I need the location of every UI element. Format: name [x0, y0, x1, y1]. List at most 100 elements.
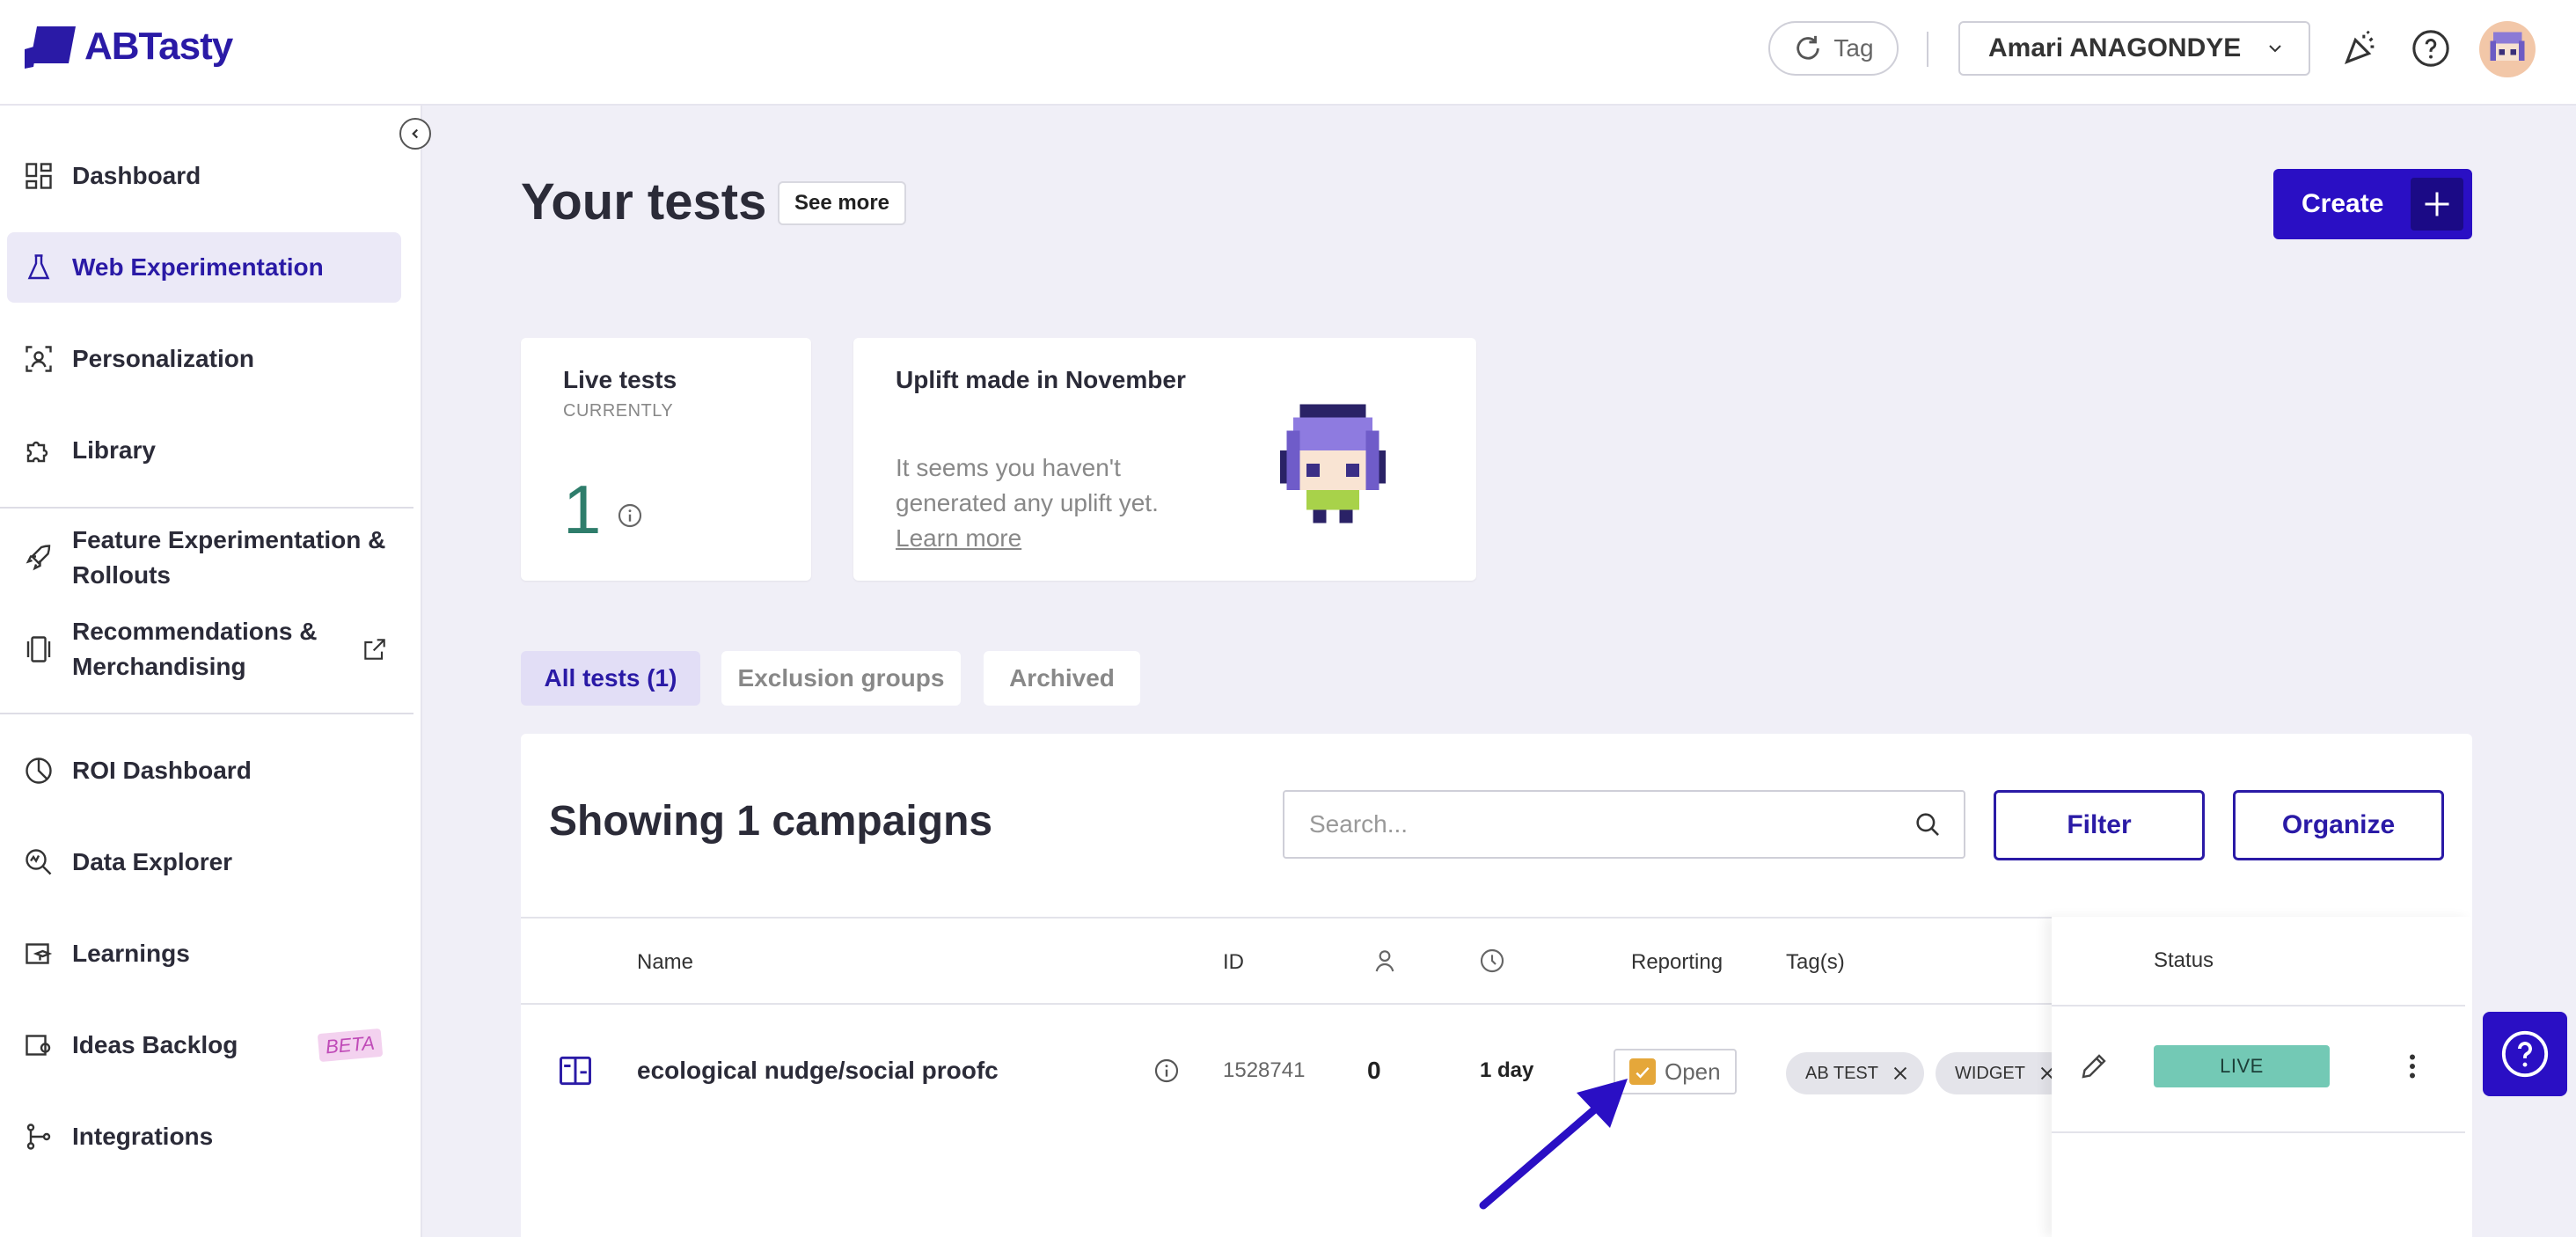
- sidebar-divider: [0, 507, 413, 509]
- uplift-message: It seems you haven't generated any uplif…: [896, 454, 1159, 516]
- account-select[interactable]: Amari ANAGONDYE: [1958, 21, 2310, 76]
- help-icon: [2501, 1030, 2549, 1078]
- sidebar-item-label: Personalization: [72, 345, 254, 372]
- search-icon: [1916, 813, 1939, 836]
- sidebar-item-label: Data Explorer: [72, 848, 233, 875]
- column-status[interactable]: Status: [2154, 948, 2214, 973]
- abtasty-logo[interactable]: ABTasty: [25, 23, 233, 70]
- sidebar-item-recommendations[interactable]: Recommendations & Merchandising: [7, 614, 401, 684]
- brand-name: ABTasty: [84, 25, 233, 68]
- sidebar-item-web-experimentation[interactable]: Web Experimentation: [7, 232, 401, 303]
- uplift-card: Uplift made in November It seems you hav…: [853, 338, 1476, 581]
- tag-chip-ab-test: AB TEST: [1786, 1052, 1924, 1094]
- carousel-icon: [21, 632, 56, 667]
- tag-label: AB TEST: [1805, 1063, 1878, 1083]
- pixel-character-illustration: [1280, 404, 1386, 523]
- ab-test-type-icon: [556, 1005, 595, 1137]
- sidebar-item-label: Ideas Backlog: [72, 1031, 238, 1058]
- sidebar-divider: [0, 713, 413, 714]
- sidebar-item-learnings[interactable]: Learnings: [7, 919, 401, 989]
- help-icon[interactable]: [2409, 26, 2453, 70]
- puzzle-icon: [21, 433, 56, 468]
- see-more-button[interactable]: See more: [778, 181, 906, 225]
- organize-button[interactable]: Organize: [2233, 790, 2444, 860]
- open-report-label: Open: [1665, 1058, 1721, 1085]
- divider: [2052, 1131, 2465, 1133]
- remove-tag-icon[interactable]: [1891, 1064, 1910, 1083]
- sidebar-item-ideas-backlog[interactable]: Ideas Backlog BETA: [7, 1010, 401, 1080]
- learn-more-link[interactable]: Learn more: [896, 524, 1021, 552]
- tag-button[interactable]: Tag: [1768, 21, 1899, 76]
- campaign-name[interactable]: ecological nudge/social proofc: [637, 1005, 999, 1137]
- external-link-icon: [364, 639, 385, 660]
- campaign-visitors: 0: [1367, 1057, 1381, 1084]
- dashboard-icon: [21, 158, 56, 194]
- refresh-icon: [1797, 35, 1820, 60]
- rocket-icon: [21, 540, 56, 575]
- user-avatar[interactable]: [2479, 21, 2536, 77]
- campaigns-count-heading: Showing 1 campaigns: [549, 798, 993, 845]
- status-badge: LIVE: [2154, 1045, 2330, 1087]
- live-tests-title: Live tests: [563, 366, 677, 393]
- sidebar-item-data-explorer[interactable]: Data Explorer: [7, 827, 401, 897]
- sidebar-item-label: ROI Dashboard: [72, 757, 252, 784]
- search-chart-icon: [21, 845, 56, 880]
- live-tests-count: 1: [563, 471, 602, 548]
- sidebar-item-label: Web Experimentation: [72, 253, 324, 281]
- create-button[interactable]: Create: [2273, 169, 2472, 239]
- more-options-icon[interactable]: [2397, 1050, 2428, 1082]
- sidebar-item-roi-dashboard[interactable]: ROI Dashboard: [7, 736, 401, 806]
- live-tests-subtitle: CURRENTLY: [563, 401, 674, 421]
- person-frame-icon: [21, 341, 56, 377]
- top-header: ABTasty Tag Amari ANAGONDYE: [0, 0, 2576, 106]
- column-tags[interactable]: Tag(s): [1786, 950, 1845, 975]
- sidebar: Dashboard Web Experimentation Personaliz…: [0, 106, 422, 1237]
- column-reporting[interactable]: Reporting: [1631, 950, 1723, 975]
- sidebar-item-label: Feature Experimentation & Rollouts: [72, 526, 386, 589]
- header-divider: [1927, 32, 1928, 67]
- account-name: Amari ANAGONDYE: [1988, 33, 2242, 62]
- annotation-arrow-icon: [1479, 1079, 1628, 1210]
- tab-all-tests[interactable]: All tests (1): [521, 651, 700, 706]
- pie-chart-icon: [21, 753, 56, 788]
- sidebar-item-dashboard[interactable]: Dashboard: [7, 141, 401, 211]
- tab-archived[interactable]: Archived: [984, 651, 1140, 706]
- search-input[interactable]: Search...: [1283, 790, 1965, 859]
- chevron-left-icon: [412, 128, 419, 139]
- campaign-info-icon[interactable]: [1153, 1005, 1181, 1137]
- column-id[interactable]: ID: [1223, 950, 1244, 975]
- announcements-icon[interactable]: [2338, 26, 2382, 70]
- column-name[interactable]: Name: [637, 950, 693, 975]
- tab-exclusion-groups[interactable]: Exclusion groups: [721, 651, 961, 706]
- sidebar-item-label: Dashboard: [72, 162, 201, 189]
- divider: [2052, 1005, 2465, 1006]
- sidebar-item-feature-experimentation[interactable]: Feature Experimentation & Rollouts: [7, 523, 401, 593]
- visitors-icon: [1375, 950, 1394, 972]
- campaign-id: 1528741: [1223, 1058, 1306, 1082]
- help-chat-button[interactable]: [2483, 1012, 2567, 1096]
- plus-icon: [2411, 178, 2463, 231]
- tag-button-label: Tag: [1833, 34, 1874, 62]
- edit-icon[interactable]: [2078, 1050, 2110, 1082]
- sticky-status-column: Status LIVE: [2052, 917, 2472, 1237]
- beta-badge: BETA: [317, 1028, 384, 1063]
- integrations-icon: [21, 1119, 56, 1154]
- sidebar-item-label: Library: [72, 436, 156, 464]
- graduation-icon: [21, 936, 56, 971]
- sidebar-item-label: Recommendations & Merchandising: [72, 618, 318, 680]
- filter-button[interactable]: Filter: [1994, 790, 2205, 860]
- sidebar-item-label: Learnings: [72, 940, 190, 967]
- sidebar-item-integrations[interactable]: Integrations: [7, 1102, 401, 1172]
- search-placeholder: Search...: [1309, 810, 1409, 838]
- chevron-down-icon: [2269, 45, 2281, 53]
- sidebar-item-library[interactable]: Library: [7, 415, 401, 486]
- sidebar-collapse-button[interactable]: [399, 118, 431, 150]
- tag-label: WIDGET: [1955, 1063, 2025, 1083]
- sidebar-item-personalization[interactable]: Personalization: [7, 324, 401, 394]
- clock-icon: [1480, 948, 1504, 973]
- abtasty-logo-icon: [25, 26, 76, 69]
- uplift-text: It seems you haven't generated any uplif…: [896, 450, 1186, 556]
- info-icon[interactable]: [616, 501, 644, 530]
- sidebar-item-label: Integrations: [72, 1123, 214, 1150]
- flask-icon: [21, 250, 56, 285]
